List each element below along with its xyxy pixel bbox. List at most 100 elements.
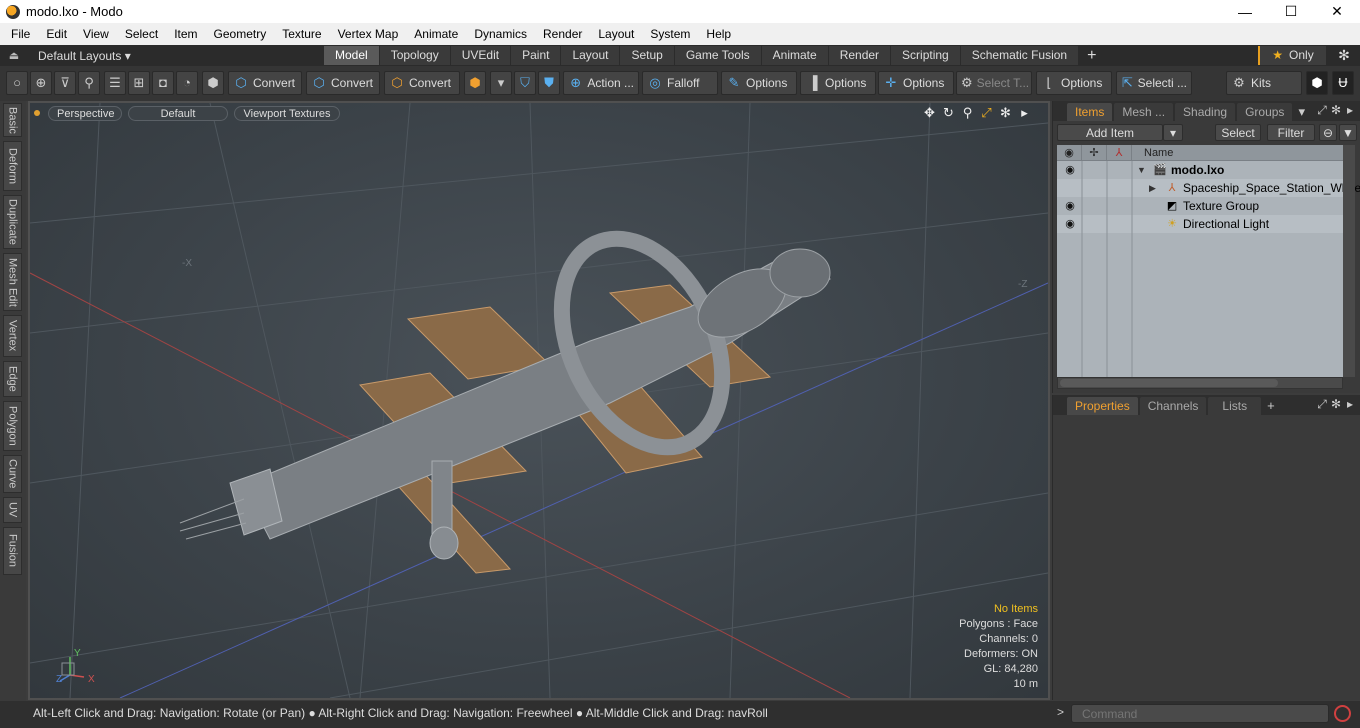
maximize-viewport-icon[interactable]: ⤢	[977, 105, 996, 121]
sidetab-fusion[interactable]: Fusion	[3, 527, 22, 575]
tab-uvedit[interactable]: UVEdit	[450, 46, 512, 65]
expand-panel-icon[interactable]: ⤢	[1315, 103, 1329, 118]
name-column-header[interactable]: Name	[1132, 145, 1173, 160]
options-button-2[interactable]: ▐ Options	[800, 71, 876, 95]
viewport-settings-icon[interactable]: ✻	[996, 105, 1015, 121]
add-tab-button[interactable]: +	[1079, 46, 1104, 65]
options-button-1[interactable]: ✎ Options	[721, 71, 797, 95]
select-center-button[interactable]: ◔	[176, 71, 198, 95]
tab-schematic-fusion[interactable]: Schematic Fusion	[960, 46, 1080, 65]
add-panel-tab-button[interactable]: +	[1263, 397, 1279, 415]
menu-geometry[interactable]: Geometry	[206, 23, 275, 45]
tab-animate[interactable]: Animate	[761, 46, 829, 65]
solid-mode-button[interactable]: ⬢	[202, 71, 224, 95]
menu-render[interactable]: Render	[535, 23, 590, 45]
panel-settings-icon[interactable]: ✻	[1329, 103, 1343, 118]
sidetab-vertex[interactable]: Vertex	[3, 315, 22, 357]
tab-render[interactable]: Render	[828, 46, 892, 65]
action-center-button[interactable]: ⊕ Action ...	[563, 71, 639, 95]
default-layouts-dropdown[interactable]: Default Layouts ▾	[28, 49, 138, 63]
menu-dynamics[interactable]: Dynamics	[466, 23, 535, 45]
menu-edit[interactable]: Edit	[38, 23, 75, 45]
minimize-button[interactable]: —	[1222, 0, 1268, 23]
select-vertices-button[interactable]: ○	[6, 71, 28, 95]
panel-arrow-icon[interactable]: ▸	[1343, 103, 1357, 118]
kits-button[interactable]: ⚙ Kits	[1226, 71, 1302, 95]
shading-dropdown[interactable]: Default	[128, 105, 228, 121]
expand-panel-icon[interactable]: ⤢	[1315, 397, 1329, 412]
panel-settings-icon[interactable]: ✻	[1329, 397, 1343, 412]
symmetry-button[interactable]: ⛉	[514, 71, 536, 95]
viewport-expand-icon[interactable]: ▸	[1015, 105, 1034, 121]
menu-file[interactable]: File	[3, 23, 38, 45]
unity-button[interactable]: ⬢	[1306, 71, 1328, 95]
type-column-icon[interactable]: ⅄	[1107, 145, 1132, 160]
select-parts-button[interactable]: ⊞	[128, 71, 150, 95]
lock-column-icon[interactable]: ✢	[1082, 145, 1107, 160]
select-through-button[interactable]: ⚙ Select T...	[956, 71, 1032, 95]
sidetab-uv[interactable]: UV	[3, 497, 22, 523]
maximize-button[interactable]: ☐	[1268, 0, 1314, 23]
view-mode-dropdown[interactable]: Perspective	[48, 105, 122, 121]
3d-viewport[interactable]: -X -Z Y X Z Perspective Default Viewport…	[28, 101, 1050, 700]
menu-layout[interactable]: Layout	[590, 23, 642, 45]
convert-button-3[interactable]: ⬡ Convert	[384, 71, 460, 95]
tab-game-tools[interactable]: Game Tools	[674, 46, 762, 65]
options-button-3[interactable]: ✛ Options	[878, 71, 954, 95]
menu-select[interactable]: Select	[117, 23, 166, 45]
convert-button-2[interactable]: ⬡ Convert	[306, 71, 380, 95]
workplane-dropdown[interactable]: ▾	[490, 71, 512, 95]
only-toggle[interactable]: ★ Only	[1258, 46, 1326, 65]
layout-collapse-icon[interactable]: ⏏	[0, 49, 28, 62]
gear-icon[interactable]: ✻	[1334, 46, 1354, 65]
sidetab-polygon[interactable]: Polygon	[3, 401, 22, 451]
menu-texture[interactable]: Texture	[274, 23, 329, 45]
pan-icon[interactable]: ✥	[920, 105, 939, 121]
tab-channels[interactable]: Channels	[1139, 397, 1207, 415]
tab-properties[interactable]: Properties	[1067, 397, 1138, 415]
add-item-dropdown[interactable]: ▾	[1163, 123, 1183, 141]
scrollbar-thumb[interactable]	[1060, 379, 1278, 387]
tab-layout[interactable]: Layout	[561, 46, 621, 65]
menu-view[interactable]: View	[75, 23, 117, 45]
tab-lists[interactable]: Lists	[1208, 397, 1262, 415]
tab-items[interactable]: Items	[1067, 103, 1113, 121]
snapping-button[interactable]: ⛊	[538, 71, 560, 95]
record-macro-icon[interactable]	[1334, 705, 1351, 722]
tab-topology[interactable]: Topology	[379, 46, 451, 65]
tree-horizontal-scrollbar[interactable]	[1057, 377, 1343, 389]
filter-button[interactable]: Filter	[1267, 123, 1315, 141]
selection-button[interactable]: ⇱ Selecti ...	[1116, 71, 1192, 95]
menu-animate[interactable]: Animate	[406, 23, 466, 45]
tab-setup[interactable]: Setup	[620, 46, 675, 65]
select-button[interactable]: Select	[1215, 123, 1261, 141]
tree-vertical-scrollbar[interactable]	[1343, 145, 1355, 377]
menu-item[interactable]: Item	[166, 23, 205, 45]
options-button-4[interactable]: ⌊ Options	[1036, 71, 1112, 95]
collapse-icon[interactable]: ⊖	[1319, 123, 1337, 141]
select-polygons-button[interactable]: ⊽	[54, 71, 76, 95]
viewport-textures-dropdown[interactable]: Viewport Textures	[234, 105, 340, 121]
convert-button-1[interactable]: ⬡ Convert	[228, 71, 302, 95]
rotate-icon[interactable]: ↻	[939, 105, 958, 121]
tab-scripting[interactable]: Scripting	[891, 46, 961, 65]
sidetab-curve[interactable]: Curve	[3, 455, 22, 493]
close-button[interactable]: ✕	[1314, 0, 1360, 23]
tab-paint[interactable]: Paint	[511, 46, 562, 65]
panel-arrow-icon[interactable]: ▸	[1343, 397, 1357, 412]
workplane-button[interactable]: ⬢	[464, 71, 486, 95]
falloff-button[interactable]: ◎ Falloff	[642, 71, 718, 95]
add-item-button[interactable]: Add Item	[1057, 123, 1163, 141]
funnel-icon[interactable]: ▼	[1339, 123, 1357, 141]
sidetab-deform[interactable]: Deform	[3, 141, 22, 191]
viewport-menu-dot[interactable]	[34, 110, 40, 116]
sidetab-duplicate[interactable]: Duplicate	[3, 195, 22, 249]
tab-model[interactable]: Model	[324, 46, 380, 65]
command-input[interactable]	[1071, 704, 1329, 723]
unreal-button[interactable]: Ʉ	[1332, 71, 1354, 95]
sidetab-mesh-edit[interactable]: Mesh Edit	[3, 253, 22, 311]
zoom-icon[interactable]: ⚲	[958, 105, 977, 121]
menu-vertex-map[interactable]: Vertex Map	[330, 23, 407, 45]
select-items-button[interactable]: ⚲	[78, 71, 100, 95]
tab-groups[interactable]: Groups	[1237, 103, 1293, 121]
